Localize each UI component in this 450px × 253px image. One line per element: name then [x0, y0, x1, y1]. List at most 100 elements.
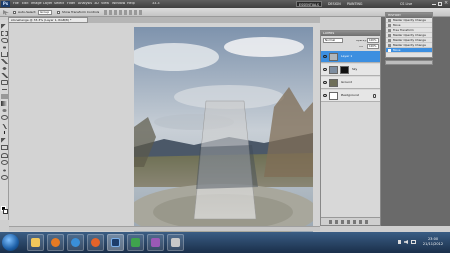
layer-row-sky[interactable]: Sky [321, 64, 380, 76]
fill-label: Fill: [359, 46, 364, 48]
menu-view[interactable]: View [101, 2, 109, 5]
taskbar-app[interactable] [167, 234, 184, 251]
layer-thumbnail [329, 92, 338, 100]
app-icon [131, 238, 140, 247]
menu-file[interactable]: File [13, 2, 19, 5]
gradient-tool-icon[interactable] [1, 101, 8, 106]
eye-icon[interactable] [323, 55, 327, 58]
start-button-icon[interactable] [2, 234, 19, 251]
marquee-tool-icon[interactable] [1, 31, 8, 36]
show-transform-label: Show Transform Controls [62, 11, 100, 14]
zoom-tool-icon[interactable] [1, 175, 8, 180]
workspace-painting[interactable]: PAINTING [345, 1, 364, 7]
eyedropper-icon[interactable] [1, 59, 8, 64]
3d-rotate-icon[interactable] [1, 153, 8, 158]
lock-icon [373, 94, 376, 98]
history-state-icon [388, 19, 391, 22]
type-tool-icon[interactable]: T [1, 131, 8, 136]
menu-image[interactable]: Image [31, 2, 42, 5]
taskbar-photoshop[interactable] [107, 234, 124, 251]
history-state-icon [388, 24, 391, 27]
zoom-level[interactable]: 33.3 [152, 2, 160, 5]
auto-select-checkbox[interactable] [13, 11, 16, 14]
layer-name: Background [341, 94, 359, 97]
history-state-icon [388, 34, 391, 37]
layer-mask-thumbnail [340, 66, 349, 74]
layer-row-layer-1[interactable]: Layer 1 [321, 51, 380, 63]
layer-action-buttons[interactable] [329, 220, 369, 224]
auto-select-dropdown[interactable]: Group [38, 10, 52, 15]
menu-help[interactable]: Help [127, 2, 135, 5]
background-color[interactable] [3, 209, 8, 214]
menu-window[interactable]: Window [112, 2, 125, 5]
crop-tool-icon[interactable] [1, 52, 8, 57]
system-tray[interactable] [398, 239, 418, 245]
app-icon [151, 238, 160, 247]
layers-panel-footer [321, 217, 380, 225]
cloud [224, 37, 304, 57]
opacity-field[interactable]: 100% [367, 38, 379, 43]
layers-panel: LAYERS Normal Opacity: 100% Fill: 100% L… [320, 30, 381, 226]
taskbar-app[interactable] [147, 234, 164, 251]
menu-analysis[interactable]: Analysis [78, 2, 92, 5]
healing-brush-icon[interactable] [1, 66, 8, 71]
battery-icon[interactable] [411, 240, 416, 244]
pen-tool-icon[interactable] [1, 124, 8, 129]
lasso-tool-icon[interactable] [1, 38, 8, 43]
layers-tab[interactable]: LAYERS [321, 31, 380, 36]
layer-row-background[interactable]: Background [321, 90, 380, 102]
eye-icon[interactable] [323, 94, 327, 97]
internet-explorer-icon [71, 238, 80, 247]
brush-tool-icon[interactable] [1, 73, 8, 78]
path-select-icon[interactable] [1, 138, 8, 143]
taskbar-explorer[interactable] [27, 234, 44, 251]
maximize-icon[interactable] [438, 2, 442, 6]
history-brush-icon[interactable] [1, 87, 8, 92]
color-swatches[interactable] [1, 206, 8, 214]
fill-field[interactable]: 100% [367, 44, 379, 49]
eraser-icon[interactable] [1, 94, 8, 99]
layer-name: Sky [352, 68, 358, 71]
taskbar-firefox[interactable] [87, 234, 104, 251]
taskbar-clock[interactable]: 23:00 21/11/2012 [420, 237, 446, 247]
hand-tool-icon[interactable] [1, 168, 8, 173]
menu-layer[interactable]: Layer [43, 2, 52, 5]
history-state-icon [388, 49, 391, 52]
photoshop-icon [111, 238, 120, 247]
menu-filter[interactable]: Filter [67, 2, 75, 5]
firefox-icon [91, 238, 100, 247]
menu-edit[interactable]: Edit [22, 2, 29, 5]
minimize-icon[interactable] [432, 2, 436, 5]
show-transform-checkbox[interactable] [57, 11, 60, 14]
move-tool-icon[interactable] [1, 24, 8, 29]
opacity-label: Opacity: [356, 40, 367, 42]
taskbar-internet-explorer[interactable] [67, 234, 84, 251]
menu-select[interactable]: Select [54, 2, 64, 5]
eye-icon[interactable] [323, 68, 327, 71]
network-icon[interactable] [398, 240, 401, 244]
3d-orbit-icon[interactable] [1, 160, 8, 165]
taskbar-app[interactable] [127, 234, 144, 251]
taskbar-media-player[interactable] [47, 234, 64, 251]
history-item-selected[interactable]: Move [386, 48, 432, 53]
media-player-icon [51, 238, 60, 247]
dodge-tool-icon[interactable] [1, 115, 8, 120]
eye-icon[interactable] [323, 81, 327, 84]
blend-mode-dropdown[interactable]: Normal [323, 38, 343, 43]
blur-tool-icon[interactable] [1, 108, 8, 113]
app-icon [171, 238, 180, 247]
menu-3d[interactable]: 3D [94, 2, 99, 5]
volume-icon[interactable] [404, 240, 408, 244]
collapsed-panel[interactable] [385, 60, 433, 65]
move-tool-icon[interactable] [3, 10, 9, 15]
shape-tool-icon[interactable] [1, 145, 8, 150]
workspace-design[interactable]: DESIGN [326, 1, 343, 7]
workspace-essentials[interactable]: ESSENTIALS [296, 1, 322, 7]
cs-live-button[interactable]: CS Live [398, 1, 414, 7]
quick-select-icon[interactable] [1, 45, 8, 50]
layer-row-ground[interactable]: Ground [321, 77, 380, 89]
document-canvas[interactable] [134, 27, 313, 234]
clone-stamp-icon[interactable] [1, 80, 8, 85]
close-icon[interactable]: × [444, 1, 448, 6]
align-buttons[interactable] [104, 10, 144, 15]
